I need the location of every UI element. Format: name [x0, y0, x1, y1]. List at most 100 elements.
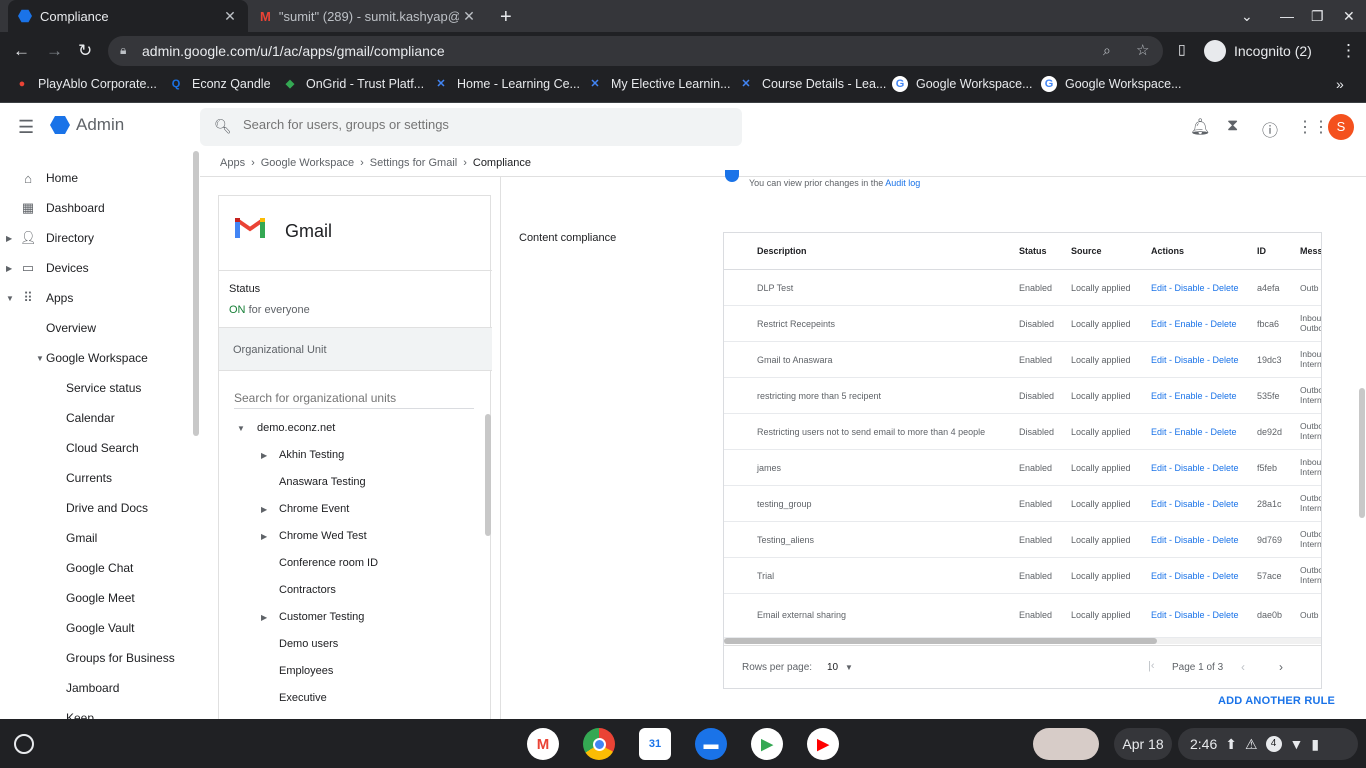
- bookmark-google-workspace-2[interactable]: G Google Workspace...: [1041, 76, 1182, 92]
- calendar-icon[interactable]: 31: [639, 728, 671, 760]
- window-close-icon[interactable]: ✕: [1343, 8, 1355, 25]
- bookmark-course-details[interactable]: ✕ Course Details - Lea...: [738, 76, 886, 92]
- holding-space-thumbnails[interactable]: [1033, 728, 1099, 760]
- table-row[interactable]: Email external sharing Enabled Locally app…: [724, 594, 1321, 638]
- sidebar-item-service-status[interactable]: Service status: [66, 377, 141, 399]
- bookmark-qandle[interactable]: Q Econz Qandle: [168, 76, 271, 92]
- first-page-icon[interactable]: |‹: [1148, 660, 1155, 672]
- bookmark-google-workspace-1[interactable]: G Google Workspace...: [892, 76, 1033, 92]
- address-bar[interactable]: 🔒︎ admin.google.com/u/1/ac/apps/gmail/co…: [108, 36, 1163, 66]
- zoom-search-icon[interactable]: ⌕: [1103, 42, 1111, 59]
- table-row[interactable]: Trial Enabled Locally applied Edit - Disabl…: [724, 558, 1321, 594]
- ou-item[interactable]: ▶ Chrome Event: [261, 503, 349, 515]
- sidebar-item-google-workspace[interactable]: ▼ Google Workspace: [36, 347, 148, 369]
- expand-arrow-icon[interactable]: ▶: [261, 532, 267, 541]
- google-apps-grid-icon[interactable]: ⋮⋮: [1297, 117, 1329, 137]
- bookmark-ongrid[interactable]: ◆ OnGrid - Trust Platf...: [282, 76, 424, 92]
- sidebar-item-cloud-search[interactable]: Cloud Search: [66, 437, 139, 459]
- sidebar-item-calendar[interactable]: Calendar: [66, 407, 115, 429]
- tab-search-chevron-icon[interactable]: ⌄: [1241, 8, 1253, 25]
- table-row[interactable]: Restrict Recepeints Disabled Locally appli…: [724, 306, 1321, 342]
- sidebar-item-devices[interactable]: ▶ ▭ Devices: [6, 257, 89, 279]
- breadcrumb-settings-for-gmail[interactable]: Settings for Gmail: [370, 157, 457, 169]
- expand-arrow-icon[interactable]: ▶: [261, 613, 267, 622]
- expand-arrow-icon[interactable]: ▶: [261, 505, 267, 514]
- breadcrumb-apps[interactable]: Apps: [220, 157, 245, 169]
- collapse-arrow-icon[interactable]: ▼: [6, 294, 14, 303]
- account-avatar[interactable]: S: [1328, 114, 1354, 140]
- column-source[interactable]: Source: [1071, 246, 1102, 256]
- ou-item[interactable]: Demo users: [279, 638, 338, 650]
- column-actions[interactable]: Actions: [1151, 246, 1184, 256]
- main-menu-icon[interactable]: ☰: [18, 117, 34, 138]
- column-description[interactable]: Description: [757, 246, 807, 256]
- main-scrollbar[interactable]: [1359, 388, 1365, 518]
- tab-gmail[interactable]: M "sumit" (289) - sumit.kashyap@e ✕: [252, 0, 487, 32]
- bookmark-learning-center[interactable]: ✕ Home - Learning Ce...: [433, 76, 580, 92]
- reload-icon[interactable]: ↻: [78, 41, 92, 61]
- sidebar-item-groups-for-business[interactable]: Groups for Business: [66, 647, 175, 669]
- cell-actions[interactable]: Edit - Disable - Delete: [1151, 499, 1239, 509]
- side-panel-icon[interactable]: ▯: [1178, 41, 1186, 58]
- close-tab-icon[interactable]: ✕: [220, 8, 240, 25]
- tab-compliance[interactable]: Compliance ✕: [8, 0, 248, 32]
- next-page-icon[interactable]: ›: [1279, 660, 1283, 674]
- sidebar-item-dashboard[interactable]: ▦ Dashboard: [20, 197, 105, 219]
- ou-item[interactable]: Conference room ID: [279, 557, 378, 569]
- cell-actions[interactable]: Edit - Disable - Delete: [1151, 355, 1239, 365]
- audit-log-link[interactable]: Audit log: [885, 178, 920, 188]
- cell-actions[interactable]: Edit - Enable - Delete: [1151, 427, 1237, 437]
- add-another-rule-button[interactable]: ADD ANOTHER RULE: [1218, 695, 1335, 707]
- minimize-icon[interactable]: —: [1280, 8, 1294, 24]
- ou-item[interactable]: ▶ Akhin Testing: [261, 449, 344, 461]
- tasks-hourglass-icon[interactable]: ⧗: [1227, 117, 1238, 135]
- bookmark-playablo[interactable]: ● PlayAblo Corporate...: [14, 76, 157, 92]
- expand-arrow-icon[interactable]: ▶: [6, 234, 12, 243]
- ou-root[interactable]: ▼ demo.econz.net: [237, 422, 335, 434]
- lock-icon[interactable]: 🔒︎: [120, 43, 126, 58]
- restore-icon[interactable]: ❐: [1311, 8, 1324, 25]
- expand-arrow-icon[interactable]: ▶: [6, 264, 12, 273]
- bookmark-star-icon[interactable]: ☆: [1136, 41, 1149, 59]
- bookmark-elective-learning[interactable]: ✕ My Elective Learnin...: [587, 76, 730, 92]
- cell-actions[interactable]: Edit - Disable - Delete: [1151, 610, 1239, 620]
- ou-item[interactable]: ▶ Chrome Wed Test: [261, 530, 367, 542]
- admin-logo[interactable]: Admin: [50, 115, 124, 135]
- close-tab-icon[interactable]: ✕: [459, 8, 479, 25]
- youtube-icon[interactable]: ▶: [807, 728, 839, 760]
- column-id[interactable]: ID: [1257, 246, 1266, 256]
- cell-actions[interactable]: Edit - Disable - Delete: [1151, 463, 1239, 473]
- collapse-arrow-icon[interactable]: ▼: [237, 424, 245, 433]
- sidebar-item-apps[interactable]: ▼ ⠿ Apps: [6, 287, 73, 309]
- table-row[interactable]: testing_group Enabled Locally applied Edit …: [724, 486, 1321, 522]
- dropdown-arrow-icon[interactable]: ▼: [845, 663, 853, 672]
- table-row[interactable]: Restricting users not to send email to m…: [724, 414, 1321, 450]
- forward-arrow-icon[interactable]: →: [46, 41, 63, 61]
- sidebar-item-overview[interactable]: Overview: [46, 317, 96, 339]
- sidebar-item-directory[interactable]: ▶ 👤︎ Directory: [6, 227, 94, 249]
- cell-actions[interactable]: Edit - Disable - Delete: [1151, 535, 1239, 545]
- back-arrow-icon[interactable]: ←: [13, 41, 30, 61]
- sidebar-item-google-vault[interactable]: Google Vault: [66, 617, 135, 639]
- incognito-profile-button[interactable]: Incognito (2): [1204, 36, 1312, 66]
- sidebar-item-keep[interactable]: Keep: [66, 707, 94, 719]
- horizontal-scrollbar[interactable]: [724, 638, 1157, 644]
- launcher-icon[interactable]: [14, 734, 34, 754]
- sidebar-item-google-meet[interactable]: Google Meet: [66, 587, 135, 609]
- table-row[interactable]: james Enabled Locally applied Edit - Disabl…: [724, 450, 1321, 486]
- help-icon[interactable]: ⓘ: [1262, 117, 1278, 141]
- sidebar-item-currents[interactable]: Currents: [66, 467, 112, 489]
- org-unit-search-input[interactable]: [234, 387, 474, 409]
- column-message[interactable]: Mess: [1300, 246, 1321, 256]
- column-status[interactable]: Status: [1019, 246, 1047, 256]
- ou-item[interactable]: Employees: [279, 665, 333, 677]
- sidebar-item-home[interactable]: ⌂ Home: [20, 167, 78, 189]
- gmail-icon[interactable]: M: [527, 728, 559, 760]
- ou-item[interactable]: Anaswara Testing: [279, 476, 366, 488]
- breadcrumb-google-workspace[interactable]: Google Workspace: [261, 157, 354, 169]
- table-row[interactable]: Testing_aliens Enabled Locally applied Edit…: [724, 522, 1321, 558]
- ou-item[interactable]: ▶ Customer Testing: [261, 611, 364, 623]
- sidebar-item-gmail[interactable]: Gmail: [66, 527, 97, 549]
- ou-item[interactable]: Contractors: [279, 584, 336, 596]
- table-row[interactable]: DLP Test Enabled Locally applied Edit - Dis…: [724, 270, 1321, 306]
